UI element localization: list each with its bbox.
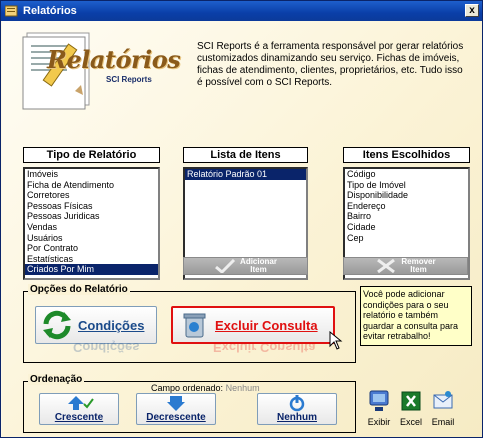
- tipo-relatorio-item[interactable]: Corretores: [25, 190, 158, 201]
- trash-bin-icon: [183, 313, 206, 338]
- itens-escolhidos-item[interactable]: Cep: [345, 233, 468, 244]
- ordenacao-title: Ordenação: [28, 374, 85, 385]
- adicionar-item-button[interactable]: Adicionar Item: [183, 257, 308, 275]
- remover-label-2: Item: [410, 265, 427, 274]
- exibir-label: Exibir: [367, 417, 391, 427]
- itens-escolhidos-item[interactable]: Bairro: [345, 211, 468, 222]
- nenhum-button[interactable]: Nenhum: [257, 393, 337, 425]
- window-title: Relatórios: [23, 5, 77, 17]
- adicionar-label-2: Item: [250, 265, 267, 274]
- itens-escolhidos-item[interactable]: Código: [345, 169, 468, 180]
- x-icon: [377, 259, 396, 273]
- email-button[interactable]: Email: [428, 389, 458, 427]
- monitor-icon: [369, 390, 389, 411]
- itens-escolhidos-title: Itens Escolhidos: [343, 147, 470, 163]
- sort-descending-icon: [167, 396, 185, 411]
- logo-subtitle: SCI Reports: [106, 75, 152, 84]
- tipo-relatorio-item[interactable]: Estatísticas: [25, 254, 158, 265]
- tipo-relatorio-item[interactable]: Usuários: [25, 233, 158, 244]
- tipo-relatorio-item[interactable]: Vendas: [25, 222, 158, 233]
- lista-itens-item[interactable]: Relatório Padrão 01: [185, 169, 306, 180]
- itens-escolhidos-item[interactable]: Cidade: [345, 222, 468, 233]
- lista-itens-title: Lista de Itens: [183, 147, 308, 163]
- itens-escolhidos-item[interactable]: Disponibilidade: [345, 190, 468, 201]
- excel-button[interactable]: Excel: [396, 389, 426, 427]
- condicoes-label: Condições: [78, 317, 145, 333]
- excluir-consulta-label: Excluir Consulta: [215, 317, 318, 333]
- exibir-button[interactable]: Exibir: [364, 389, 394, 427]
- nenhum-label: Nenhum: [277, 412, 317, 423]
- tipo-relatorio-item[interactable]: Ficha de Atendimento: [25, 180, 158, 191]
- opcoes-relatorio-title: Opções do Relatório: [28, 284, 130, 295]
- refresh-arrows-icon: [43, 310, 71, 340]
- campo-ordenado-label: Campo ordenado:: [151, 383, 224, 393]
- excluir-consulta-button[interactable]: Excluir Consulta: [171, 306, 335, 344]
- sort-ascending-icon: [68, 396, 94, 410]
- tipo-relatorio-title: Tipo de Relatório: [23, 147, 160, 163]
- crescente-label: Crescente: [54, 412, 104, 423]
- itens-escolhidos-item[interactable]: Endereço: [345, 201, 468, 212]
- decrescente-label: Decrescente: [146, 412, 206, 423]
- close-button[interactable]: x: [465, 4, 479, 17]
- email-icon: [433, 391, 453, 409]
- relatorios-window: Relatórios x Relatórios SCI Reports SCI …: [0, 0, 483, 438]
- intro-text: SCI Reports é a ferramenta responsável p…: [197, 41, 464, 88]
- condicoes-reflection: Condições: [73, 340, 140, 355]
- tipo-relatorio-item[interactable]: Criados Por Mim: [25, 264, 158, 275]
- excel-label: Excel: [399, 417, 422, 427]
- remover-item-button[interactable]: Remover Item: [343, 257, 468, 275]
- tipo-relatorio-item[interactable]: Pessoas Físicas: [25, 201, 158, 212]
- logo-text: Relatórios: [47, 45, 181, 74]
- excluir-reflection: Excluir Consulta: [213, 340, 316, 355]
- checkmark-icon: [215, 259, 236, 273]
- decrescente-button[interactable]: Decrescente: [136, 393, 216, 425]
- tipo-relatorio-item[interactable]: Por Contrato: [25, 243, 158, 254]
- tipo-relatorio-item[interactable]: Pessoas Juridicas: [25, 211, 158, 222]
- condicoes-button[interactable]: Condições: [35, 306, 157, 344]
- app-icon: [4, 5, 19, 17]
- power-icon: [289, 395, 305, 412]
- title-bar: Relatórios x: [1, 1, 482, 21]
- email-label: Email: [431, 417, 455, 427]
- tipo-relatorio-item[interactable]: Imóveis: [25, 169, 158, 180]
- mouse-cursor-icon: [329, 331, 343, 350]
- tipo-relatorio-list[interactable]: Imóveis Ficha de Atendimento Corretores Pes…: [23, 167, 160, 280]
- campo-ordenado: Campo ordenado: Nenhum: [151, 383, 260, 393]
- crescente-button[interactable]: Crescente: [39, 393, 119, 425]
- info-tip-box: Você pode adicionar condições para o seu…: [360, 286, 472, 346]
- itens-escolhidos-item[interactable]: Tipo de Imóvel: [345, 180, 468, 191]
- campo-ordenado-value: Nenhum: [225, 383, 260, 393]
- excel-icon: [401, 391, 421, 411]
